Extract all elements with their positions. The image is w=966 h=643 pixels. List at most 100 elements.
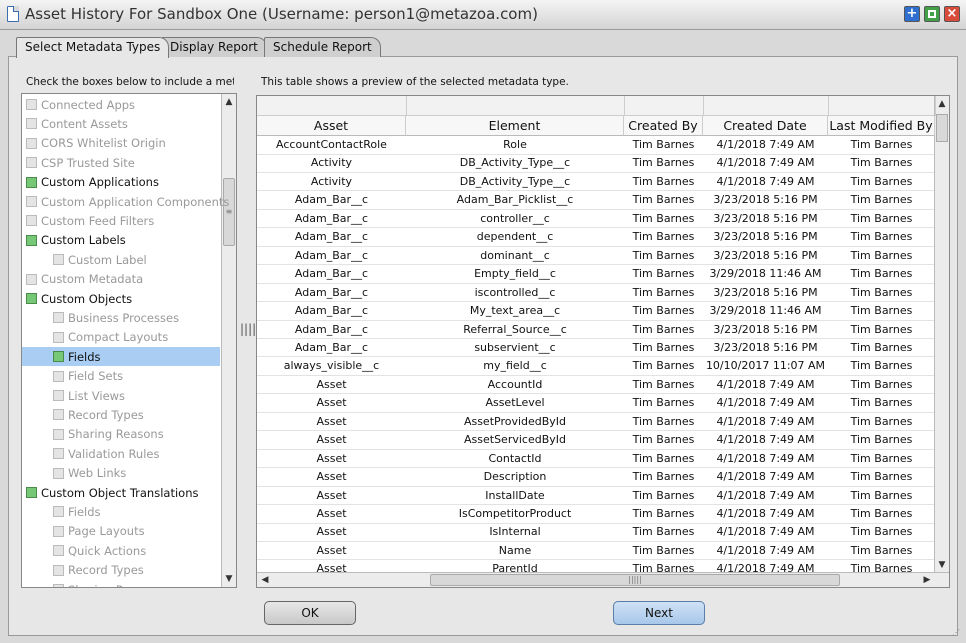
horizontal-scroll-thumb[interactable]: ||||| xyxy=(430,574,840,586)
table-row[interactable]: Adam_Bar__c subservient__c Tim Barnes 3/23/… xyxy=(257,339,935,358)
checkbox[interactable] xyxy=(26,99,37,110)
column-header[interactable]: Last Modified By xyxy=(828,116,935,136)
table-row[interactable]: Adam_Bar__c My_text_area__c Tim Barnes 3/29… xyxy=(257,302,935,321)
tree-item[interactable]: Fields xyxy=(22,347,220,367)
scroll-down-icon[interactable]: ▼ xyxy=(935,558,949,572)
checkbox[interactable] xyxy=(26,176,37,188)
checkbox[interactable] xyxy=(53,584,64,587)
table-row[interactable]: Adam_Bar__c controller__c Tim Barnes 3/23/2… xyxy=(257,210,935,229)
tree-item[interactable]: CORS Whitelist Origin xyxy=(22,134,220,153)
tree-item[interactable]: Web Links xyxy=(22,464,220,483)
table-row[interactable]: Adam_Bar__c Referral_Source__c Tim Barnes 3… xyxy=(257,321,935,339)
column-header[interactable]: Asset xyxy=(257,116,406,136)
tab-schedule-report[interactable]: Schedule Report xyxy=(264,37,381,57)
column-header[interactable]: Created Date xyxy=(703,116,828,136)
tree-item[interactable]: Fields xyxy=(22,502,220,521)
checkbox[interactable] xyxy=(26,273,37,285)
tree-item[interactable]: Custom Applications xyxy=(22,173,220,192)
checkbox[interactable] xyxy=(53,370,64,382)
table-row[interactable]: Asset IsCompetitorProduct Tim Barnes 4/1/20… xyxy=(257,505,935,524)
checkbox[interactable] xyxy=(53,312,64,324)
tree-item[interactable]: Custom Application Components xyxy=(22,192,229,211)
checkbox[interactable] xyxy=(53,428,64,440)
checkbox[interactable] xyxy=(53,545,64,557)
table-row[interactable]: Asset AssetProvidedById Tim Barnes 4/1/2018… xyxy=(257,413,935,432)
tree-item[interactable]: CSP Trusted Site xyxy=(22,153,220,172)
scroll-up-icon[interactable]: ▲ xyxy=(935,97,949,111)
table-vertical-scrollbar[interactable]: ▲ ▼ xyxy=(934,96,949,573)
scroll-right-icon[interactable]: ▶ xyxy=(920,573,934,587)
table-row[interactable]: Asset ContactId Tim Barnes 4/1/2018 7:49 AM… xyxy=(257,450,935,469)
checkbox[interactable] xyxy=(26,157,37,169)
tree-item[interactable]: Compact Layouts xyxy=(22,328,220,347)
checkbox[interactable] xyxy=(26,118,37,130)
tree-item[interactable]: Page Layouts xyxy=(22,522,220,541)
tab-display-report[interactable]: Display Report xyxy=(161,37,267,57)
close-icon[interactable]: × xyxy=(944,6,960,22)
checkbox[interactable] xyxy=(53,448,64,460)
tree-item[interactable]: List Views xyxy=(22,386,220,405)
tree-item[interactable]: Business Processes xyxy=(22,308,220,327)
tree-item[interactable]: Custom Object Translations xyxy=(22,483,220,502)
tree-item[interactable]: Record Types xyxy=(22,405,220,424)
tree-item[interactable]: Validation Rules xyxy=(22,444,220,463)
checkbox[interactable] xyxy=(53,564,64,576)
table-row[interactable]: Adam_Bar__c iscontrolled__c Tim Barnes 3/23… xyxy=(257,284,935,303)
resize-grip-icon[interactable]: ⋰ xyxy=(952,628,960,637)
tree-scrollbar[interactable]: ▲ ≡ ▼ xyxy=(221,94,236,587)
checkbox[interactable] xyxy=(53,351,64,363)
checkbox[interactable] xyxy=(53,331,64,343)
checkbox[interactable] xyxy=(26,293,37,304)
tab-select-metadata-types[interactable]: Select Metadata Types xyxy=(16,37,170,58)
table-row[interactable]: Asset Name Tim Barnes 4/1/2018 7:49 AM Tim B… xyxy=(257,542,935,561)
splitter-handle[interactable]: |||| xyxy=(240,322,256,336)
table-row[interactable]: Asset AssetServicedById Tim Barnes 4/1/2018… xyxy=(257,431,935,450)
tree-item[interactable]: Custom Feed Filters xyxy=(22,211,220,230)
checkbox[interactable] xyxy=(26,196,37,207)
column-header[interactable]: Element xyxy=(406,116,624,136)
table-horizontal-scrollbar[interactable]: ◀ ||||| ▶ xyxy=(257,572,949,587)
tree-item[interactable]: Sharing Reasons xyxy=(22,580,220,587)
column-header[interactable]: Created By xyxy=(624,116,703,136)
scroll-left-icon[interactable]: ◀ xyxy=(258,573,272,587)
checkbox[interactable] xyxy=(26,487,37,498)
table-row[interactable]: always_visible__c my_field__c Tim Barnes 10… xyxy=(257,357,935,376)
tree-item[interactable]: Sharing Reasons xyxy=(22,425,220,444)
tree-item[interactable]: Field Sets xyxy=(22,367,220,386)
tree-item[interactable]: Quick Actions xyxy=(22,541,220,560)
checkbox[interactable] xyxy=(53,409,64,421)
table-row[interactable]: AccountContactRole Role Tim Barnes 4/1/2018… xyxy=(257,136,935,155)
tree-item[interactable]: Custom Metadata xyxy=(22,270,220,289)
table-row[interactable]: Adam_Bar__c Adam_Bar_Picklist__c Tim Barne… xyxy=(257,191,935,210)
vertical-scroll-thumb[interactable] xyxy=(936,114,948,142)
table-row[interactable]: Adam_Bar__c dependent__c Tim Barnes 3/23/20… xyxy=(257,228,935,247)
scroll-up-icon[interactable]: ▲ xyxy=(222,95,236,109)
tree-item[interactable]: Record Types xyxy=(22,561,220,580)
checkbox[interactable] xyxy=(53,506,64,518)
table-row[interactable]: Asset InstallDate Tim Barnes 4/1/2018 7:49 … xyxy=(257,487,935,506)
tree-item[interactable]: Custom Objects xyxy=(22,289,220,308)
tree-item[interactable]: Custom Label xyxy=(22,250,220,269)
checkbox[interactable] xyxy=(26,234,37,246)
table-row[interactable]: Adam_Bar__c dominant__c Tim Barnes 3/23/201… xyxy=(257,247,935,266)
table-row[interactable]: Activity DB_Activity_Type__c Tim Barnes 4/1… xyxy=(257,173,935,192)
checkbox[interactable] xyxy=(53,254,64,266)
checkbox[interactable] xyxy=(53,525,64,537)
tree-scroll-thumb[interactable]: ≡ xyxy=(223,178,235,246)
tree-item[interactable]: Content Assets xyxy=(22,114,220,133)
checkbox[interactable] xyxy=(26,215,37,227)
next-button[interactable]: Next xyxy=(613,601,705,625)
expand-icon[interactable]: + xyxy=(904,6,920,22)
checkbox[interactable] xyxy=(26,137,37,149)
scroll-down-icon[interactable]: ▼ xyxy=(222,572,236,586)
checkbox[interactable] xyxy=(53,467,64,479)
ok-button[interactable]: OK xyxy=(264,601,356,625)
metadata-type-tree[interactable]: ▲ ≡ ▼ Connected Apps Content Assets CORS W… xyxy=(21,93,237,588)
table-row[interactable]: Activity DB_Activity_Type__c Tim Barnes 4/1… xyxy=(257,154,935,173)
tree-item[interactable]: Connected Apps xyxy=(22,95,220,114)
table-row[interactable]: Asset IsInternal Tim Barnes 4/1/2018 7:49 A… xyxy=(257,523,935,542)
table-row[interactable]: Adam_Bar__c Empty_field__c Tim Barnes 3/29/… xyxy=(257,265,935,284)
table-row[interactable]: Asset AssetLevel Tim Barnes 4/1/2018 7:49 A… xyxy=(257,394,935,413)
table-row[interactable]: Asset Description Tim Barnes 4/1/2018 7:49 … xyxy=(257,468,935,487)
table-row[interactable]: Asset AccountId Tim Barnes 4/1/2018 7:49 AM… xyxy=(257,376,935,395)
